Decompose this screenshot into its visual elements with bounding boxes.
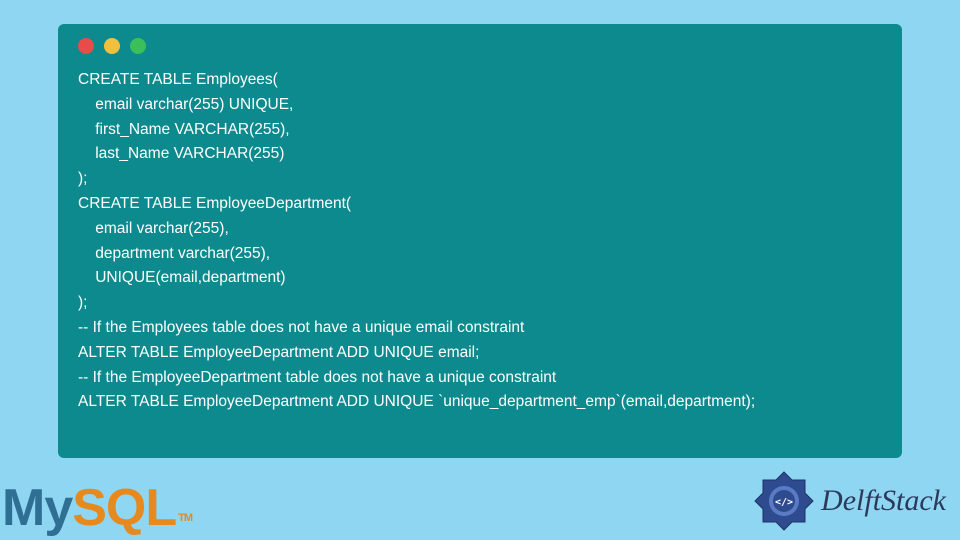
mysql-sql: SQL xyxy=(72,479,176,537)
mysql-tm: TM xyxy=(178,512,192,524)
sql-code: CREATE TABLE Employees( email varchar(25… xyxy=(78,68,882,415)
code-block: CREATE TABLE Employees( email varchar(25… xyxy=(58,24,902,458)
delftstack-logo: </> DelftStack xyxy=(753,470,946,532)
delftstack-text: DelftStack xyxy=(821,484,946,518)
mysql-logo: MySQLTM xyxy=(2,478,192,538)
minimize-icon xyxy=(104,38,120,54)
mysql-my: My xyxy=(2,479,72,537)
maximize-icon xyxy=(130,38,146,54)
delftstack-icon: </> xyxy=(753,470,815,532)
window-controls xyxy=(78,38,882,54)
close-icon xyxy=(78,38,94,54)
svg-text:</>: </> xyxy=(775,497,793,508)
